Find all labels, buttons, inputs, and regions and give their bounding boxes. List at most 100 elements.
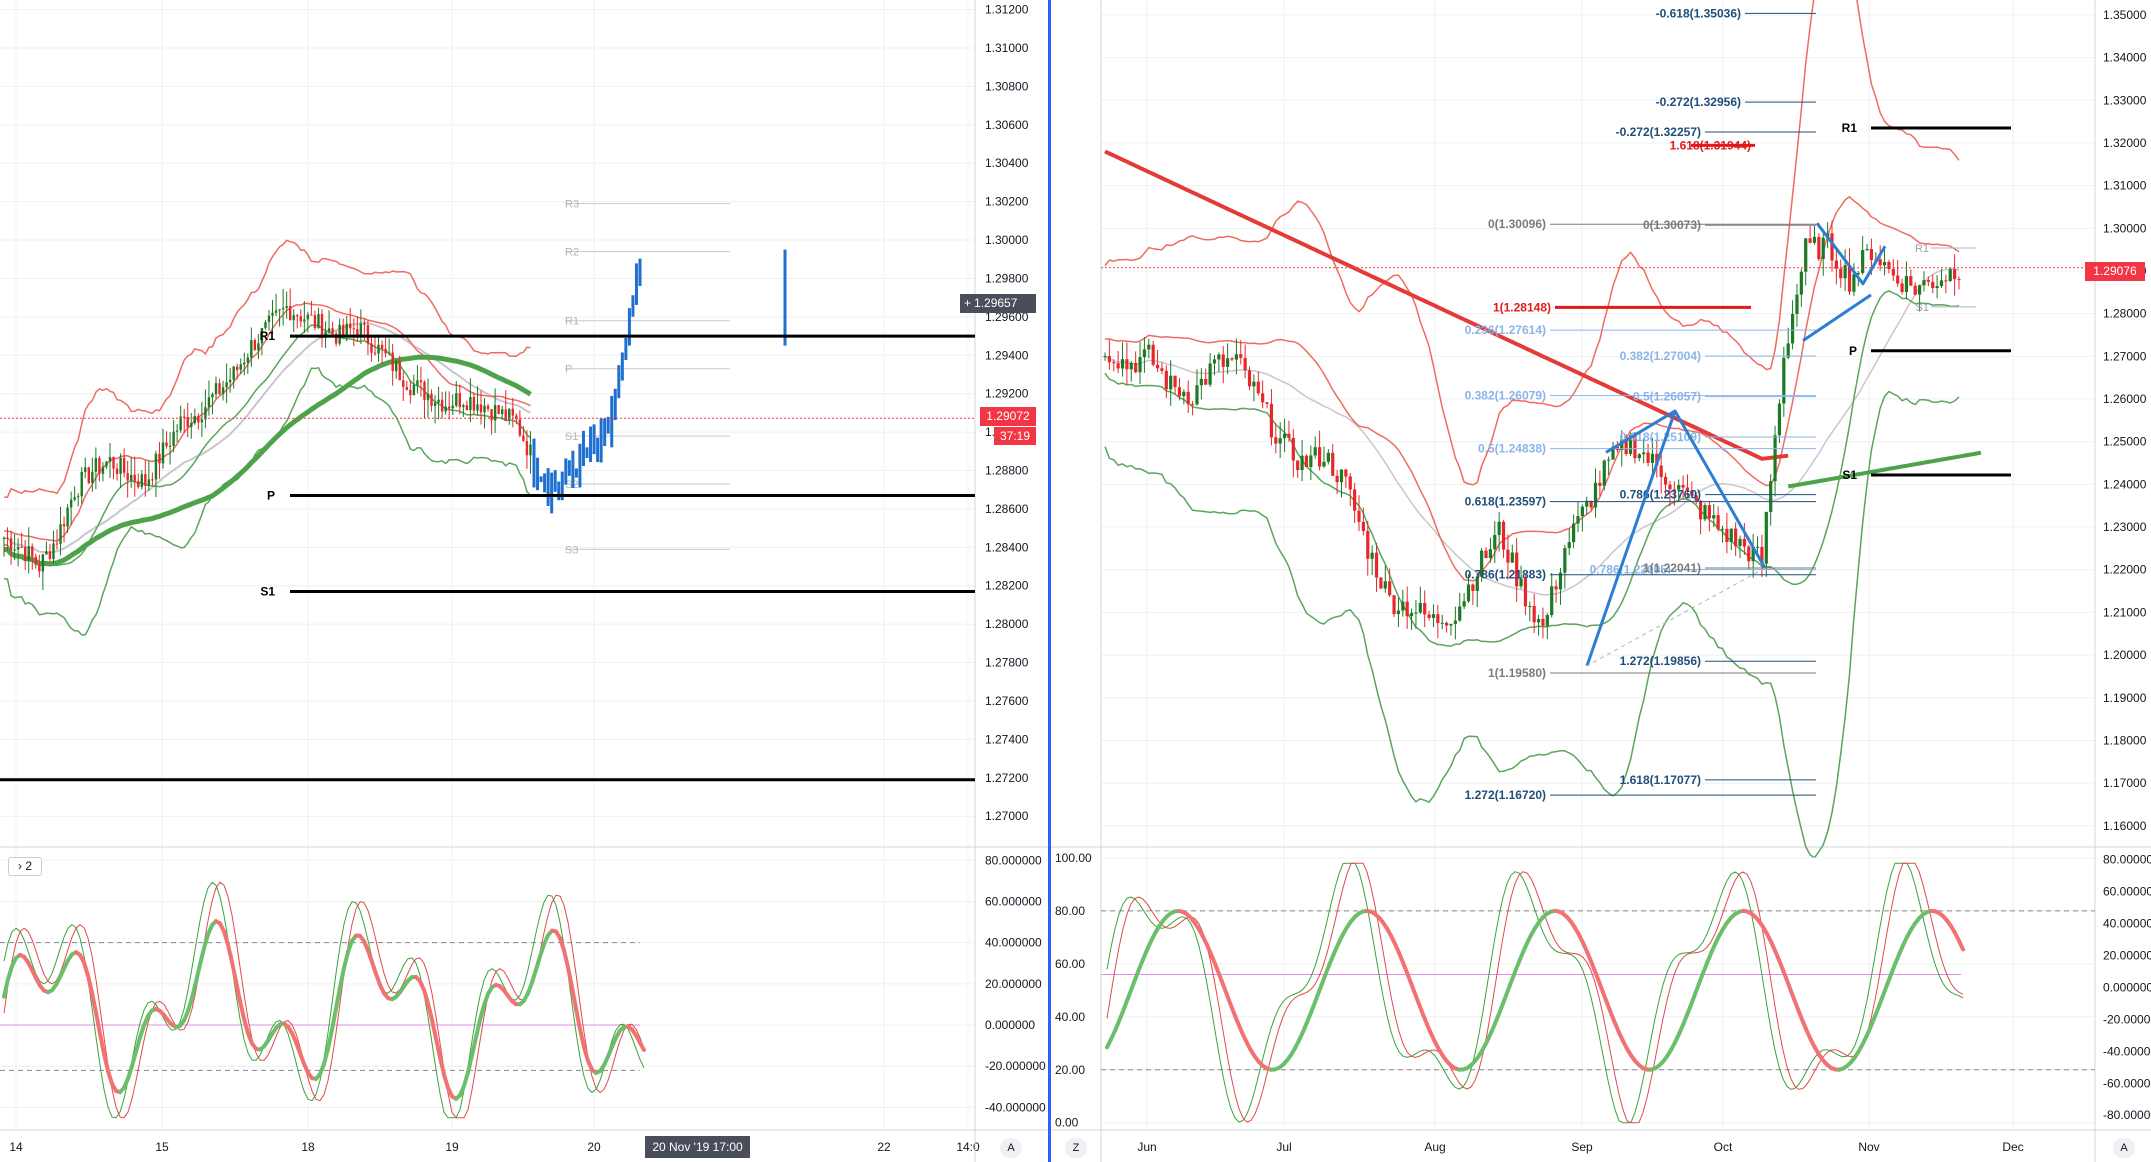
stoch-smoothed-segment [2, 977, 10, 999]
long-moving-average-falling [1104, 149, 1789, 461]
price-bar-body [1160, 368, 1164, 371]
price-tick-label: 1.26000 [2103, 392, 2147, 406]
price-bar-body [1953, 269, 1957, 280]
price-tick-label: 1.30800 [985, 79, 1029, 93]
left-chart[interactable]: 1.31200 1.31000 1.30800 1.30600 1.30400 1.302… [0, 0, 1048, 1162]
price-bar-body [137, 481, 140, 487]
price-bar-body [52, 543, 55, 560]
stoch-smoothed-segment [466, 1053, 474, 1075]
price-bar-body [1725, 528, 1729, 542]
price-bar-body [130, 474, 133, 481]
auto-scale-button[interactable]: A [1000, 1138, 1022, 1158]
price-bar-body [1287, 433, 1291, 438]
price-bar-body [462, 405, 465, 408]
price-bar-body [69, 499, 73, 508]
price-bar-body [1247, 370, 1252, 387]
price-bar-body [278, 309, 281, 311]
pivot-label: P [1849, 344, 1857, 358]
left-chart-pane[interactable]: 1.31200 1.31000 1.30800 1.30600 1.30400 1.302… [0, 0, 1048, 1162]
fib-level-label: 0.786(1.21883) [1465, 568, 1546, 582]
price-bar-body [1239, 354, 1243, 358]
indicator-collapse-button[interactable]: › 2 [8, 857, 42, 876]
price-tick-label: 1.30400 [985, 156, 1029, 170]
price-bar-body [1957, 279, 1961, 281]
stoch-smoothed-segment [94, 1010, 102, 1036]
price-bar-body [1445, 622, 1449, 626]
price-bar-body [303, 319, 306, 322]
fib-level-label: 1(1.28148) [1493, 300, 1551, 314]
price-bar-body [338, 324, 341, 344]
price-bar-body [486, 405, 490, 410]
price-bar-body [119, 457, 122, 474]
triangle-lower-line [1802, 293, 1872, 342]
price-bar-body [1769, 481, 1773, 512]
price-bar-body [200, 419, 204, 423]
stoch-smoothed-segment [242, 1016, 250, 1036]
price-bar-body [1598, 482, 1602, 486]
price-bar-body [274, 310, 278, 313]
price-bar-body [331, 328, 334, 334]
price-bar-body [1261, 393, 1265, 403]
price-bar-body [1755, 546, 1760, 548]
auto-scale-button[interactable]: A [2113, 1138, 2135, 1158]
price-bar-body [105, 461, 108, 467]
pivot-label: S1 [260, 585, 275, 599]
stoch-tick-label: -20.000000 [985, 1059, 1046, 1073]
price-bar-body [1339, 469, 1344, 483]
price-bar-body [1296, 460, 1300, 471]
stoch-smoothed-segment [530, 967, 538, 985]
price-bar-body [1922, 280, 1926, 286]
price-bar-body [34, 556, 37, 565]
stoch-tick-label: -40.000000 [985, 1100, 1046, 1114]
price-bar-body [253, 340, 257, 351]
stoch-left-tick-label: 60.00 [1055, 957, 1085, 971]
zoom-reset-button[interactable]: Z [1065, 1138, 1087, 1158]
price-bar-body [140, 474, 143, 487]
price-bar-body [423, 381, 426, 400]
price-bar-body [1567, 542, 1571, 549]
price-bar-body [1501, 521, 1506, 550]
price-bar-body [377, 344, 380, 354]
crosshair-plus-icon: + [964, 296, 972, 310]
price-bar-body [1637, 454, 1641, 459]
price-bar-body [522, 435, 525, 442]
time-tick-label: Sep [1571, 1140, 1593, 1154]
price-bar-body [1304, 455, 1309, 467]
price-tick-label: 1.21000 [2103, 605, 2147, 619]
stoch-left-tick-label: 40.00 [1055, 1010, 1085, 1024]
price-bar-body [1195, 385, 1199, 405]
price-bar-body [479, 404, 483, 413]
price-bar-body [264, 322, 267, 329]
price-bar-body [419, 380, 423, 382]
grey-moving-average [1104, 267, 1960, 596]
price-tick-label: 1.27000 [985, 809, 1029, 823]
faint-pivot-label: S3 [565, 544, 578, 556]
right-chart-pane[interactable]: 1.35000 1.34000 1.33000 1.32000 1.31000 1.300… [1051, 0, 2151, 1162]
price-bar-body [1878, 259, 1882, 266]
price-bar-body [1773, 435, 1777, 482]
price-bar-body [1786, 343, 1790, 358]
price-bar-body [465, 405, 469, 411]
price-bar-body [6, 537, 9, 539]
stoch-smoothed-segment [438, 1055, 446, 1077]
price-bar-body [1186, 391, 1190, 405]
price-bar-body [1712, 515, 1716, 519]
price-bar-body [211, 394, 214, 398]
price-bar-body [31, 546, 34, 557]
price-bar-body [1545, 615, 1549, 626]
price-bar-body [1414, 612, 1418, 614]
price-bar-body [1107, 356, 1111, 363]
fib-level-label: 1(1.22041) [1643, 561, 1701, 575]
price-bar-body [126, 472, 129, 481]
price-bar-body [529, 444, 532, 456]
price-tick-label: 1.28000 [2103, 307, 2147, 321]
right-chart[interactable]: 1.35000 1.34000 1.33000 1.32000 1.31000 1.300… [1051, 0, 2151, 1162]
price-bar-body [1274, 437, 1278, 444]
price-bar-body [511, 408, 514, 416]
price-bar-body [193, 415, 196, 424]
price-bar-body [66, 507, 69, 527]
faint-pivot-label: R1 [565, 316, 579, 328]
fib-level-label: 1.618(1.31944) [1670, 138, 1751, 152]
price-bar-body [359, 323, 363, 336]
price-bar-body [1427, 614, 1431, 618]
